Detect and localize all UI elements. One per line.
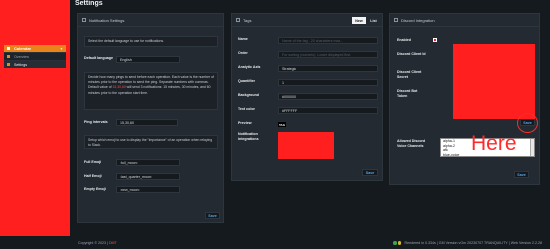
bullet-icon — [7, 55, 10, 58]
default-language-label: Default language — [84, 56, 113, 60]
bullet-icon — [7, 63, 10, 66]
sidebar-item-label: Settings — [14, 62, 27, 67]
brand-link[interactable]: DMT — [109, 241, 117, 245]
render-info-text: Rendered in 0.334s | GM Version vGm 2023… — [404, 241, 542, 245]
sidebar-item-settings[interactable]: Settings — [4, 60, 66, 68]
sidebar-item-label: Overview — [14, 54, 29, 59]
ping-intervals-note: Decide how many pings to send before eac… — [84, 72, 218, 110]
notification-integrations-label: Notification integrations — [238, 132, 259, 141]
ping-note-value: 15,30,60 — [112, 85, 126, 90]
empty-emoji-label: Empty Emoji — [84, 187, 106, 191]
full-emoji-label: Full Emoji — [84, 160, 102, 164]
redacted-credentials — [453, 44, 535, 119]
enabled-checkbox[interactable] — [433, 38, 437, 42]
full-emoji-input[interactable]: :full_moon: — [116, 159, 180, 166]
tags-panel: Tags New List Name Name of the tag - 20 … — [231, 13, 383, 181]
annotation-text: Here — [471, 132, 517, 155]
render-info: Rendered in 0.334s | GM Version vGm 2023… — [393, 241, 542, 245]
language-note: Select the default language to use for n… — [84, 36, 218, 47]
save-button-2[interactable]: Save — [514, 171, 529, 178]
panel-title: Tags — [243, 17, 252, 23]
client-secret-label: Discord Client Secret — [397, 70, 422, 79]
preview-label: Preview — [238, 121, 252, 125]
save-button[interactable]: Save — [362, 169, 378, 176]
status-dot-icon — [397, 241, 402, 245]
tab-list[interactable]: List — [368, 17, 379, 24]
copyright: Copyright © 2023 | DMT — [78, 241, 117, 245]
voice-channels-label: Allowed Discord Voice Channels — [397, 139, 426, 148]
page-title: Settings — [75, 0, 103, 7]
order-input[interactable]: For sorting (numeric). Lower displayed f… — [278, 51, 378, 58]
bot-token-label: Discord Bot Token — [397, 89, 418, 98]
save-button[interactable]: Save — [205, 212, 220, 219]
quantifier-label: Quantifier — [238, 79, 255, 83]
half-emoji-input[interactable]: :last_quarter_moon: — [116, 173, 180, 180]
redacted-region — [0, 0, 70, 236]
calendar-icon — [7, 47, 10, 50]
analytic-axis-select[interactable]: Strategic — [278, 65, 378, 72]
emoji-note: Setup which emoji to use to display the … — [84, 135, 218, 149]
quantifier-input[interactable]: 1 — [278, 79, 378, 86]
discord-integration-panel: Discord Integration Enabled Discord Clie… — [389, 13, 540, 185]
copyright-text: Copyright © 2023 | — [78, 241, 109, 245]
name-input[interactable]: Name of the tag - 20 characters max... — [278, 37, 378, 44]
bell-icon — [82, 18, 86, 22]
sidebar-item-label: Calendar — [14, 46, 32, 51]
client-id-label: Discord Client Id — [397, 52, 426, 56]
notification-settings-panel: Notification Settings Select the default… — [77, 13, 224, 223]
panel-header: Discord Integration — [390, 14, 539, 27]
default-language-select[interactable]: English — [116, 56, 180, 63]
empty-emoji-input[interactable]: :new_moon: — [116, 186, 180, 193]
ping-intervals-label: Ping Intervals — [84, 120, 108, 124]
status-dot-icon — [393, 241, 397, 245]
panel-title: Notification Settings — [89, 17, 125, 23]
order-label: Order — [238, 51, 248, 55]
enabled-label: Enabled — [397, 38, 411, 42]
panel-title: Discord Integration — [401, 17, 435, 23]
background-color-input[interactable]: #000000 — [278, 93, 378, 100]
save-button[interactable]: Save — [520, 119, 535, 126]
panel-header: Notification Settings — [78, 14, 223, 27]
tag-preview: TAG — [278, 122, 286, 127]
text-color-input[interactable]: #FFFFFF — [278, 107, 378, 114]
background-label: Background — [238, 93, 259, 97]
redacted-integrations — [278, 132, 334, 159]
sidebar-item-calendar[interactable]: Calendar ▼ — [4, 45, 66, 52]
sidebar-item-overview[interactable]: Overview — [4, 52, 66, 60]
text-color-label: Text color — [238, 107, 255, 111]
sidebar-menu: Calendar ▼ Overview Settings — [4, 45, 66, 68]
tab-new[interactable]: New — [352, 17, 366, 24]
name-label: Name — [238, 37, 248, 41]
ping-intervals-input[interactable]: 15,30,60 — [116, 119, 178, 126]
footer: Copyright © 2023 | DMT Rendered in 0.334… — [0, 237, 550, 249]
half-emoji-label: Half Emoji — [84, 174, 102, 178]
listbox-scrollbar[interactable] — [530, 139, 534, 156]
tag-icon — [236, 18, 240, 22]
gear-icon — [394, 18, 398, 22]
chevron-down-icon: ▼ — [60, 46, 63, 51]
analytic-axis-label: Analytic Axis — [238, 65, 261, 69]
